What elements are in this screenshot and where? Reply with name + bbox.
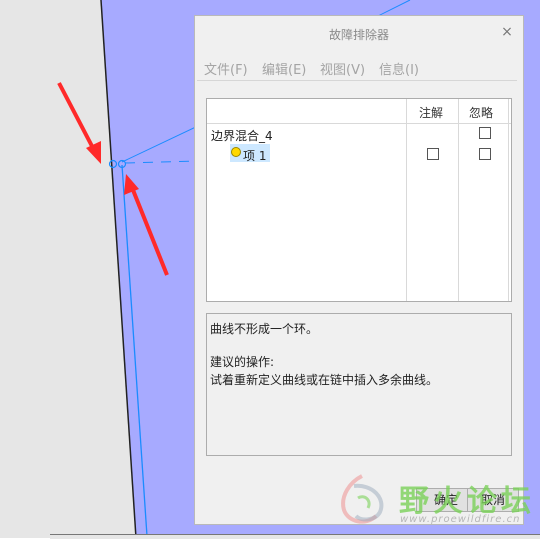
close-icon[interactable]: × xyxy=(499,24,515,40)
bottom-status-bar xyxy=(50,534,540,539)
column-header-note[interactable]: 注解 xyxy=(419,104,443,121)
menu-bar: 文件(F) 编辑(E) 视图(V) 信息(I) xyxy=(197,54,517,81)
suggestion-heading: 建议的操作: xyxy=(210,355,275,369)
tree-item-root[interactable]: 边界混合_4 xyxy=(211,127,273,144)
menu-view[interactable]: 视图(V) xyxy=(320,59,365,78)
dialog-titlebar[interactable]: 故障排除器 × xyxy=(195,16,523,50)
menu-file[interactable]: 文件(F) xyxy=(204,59,248,78)
suggestion-text: 试着重新定义曲线或在链中插入多余曲线。 xyxy=(210,373,439,387)
troubleshooter-dialog: 故障排除器 × 文件(F) 编辑(E) 视图(V) 信息(I) 注解 忽略 边界… xyxy=(194,15,524,525)
message-panel: 曲线不形成一个环。 建议的操作: 试着重新定义曲线或在链中插入多余曲线。 xyxy=(206,313,512,456)
tree-header xyxy=(207,99,511,124)
issue-tree: 注解 忽略 边界混合_4 项 1 xyxy=(206,98,512,302)
column-divider xyxy=(458,99,459,301)
message-text: 曲线不形成一个环。 xyxy=(210,322,319,336)
note-checkbox-item[interactable] xyxy=(427,148,439,160)
ignore-checkbox-item[interactable] xyxy=(479,148,491,160)
tree-item-label[interactable]: 项 1 xyxy=(243,147,266,164)
menu-edit[interactable]: 编辑(E) xyxy=(262,59,306,78)
column-divider xyxy=(406,99,407,301)
dialog-title: 故障排除器 xyxy=(328,28,389,42)
column-header-ignore[interactable]: 忽略 xyxy=(469,104,493,121)
watermark-url: www.proewildfire.cn xyxy=(400,514,521,525)
column-divider xyxy=(508,99,509,301)
menu-info[interactable]: 信息(I) xyxy=(379,59,419,78)
ignore-checkbox-root[interactable] xyxy=(479,127,491,139)
watermark-logo: 野火论坛 www.proewildfire.cn xyxy=(330,468,540,530)
bulb-icon xyxy=(231,147,241,157)
flame-logo-icon xyxy=(341,474,384,524)
